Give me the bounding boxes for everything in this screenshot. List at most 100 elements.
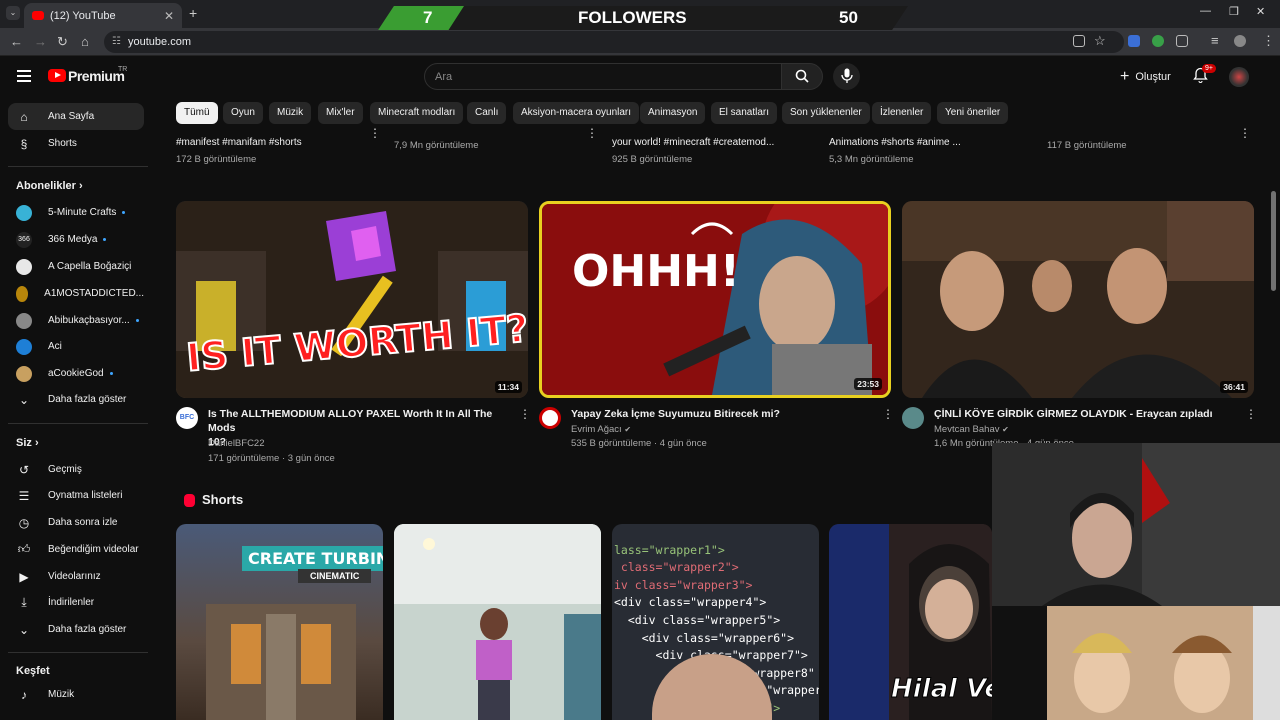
minimize-icon[interactable]: — (1200, 5, 1211, 17)
voice-search-button[interactable] (833, 63, 860, 90)
sidebar-item-playlists[interactable]: ☰ Oynatma listeleri (8, 482, 144, 509)
chip-live[interactable]: Canlı (467, 102, 507, 124)
video-title[interactable]: your world! #minecraft #createmod... (612, 137, 774, 148)
more-actions-icon[interactable]: ⋮ (882, 407, 894, 421)
short-thumbnail[interactable]: CREATE TURBINE CINEMATIC (176, 524, 383, 720)
video-title[interactable]: #manifest #manifam #shorts (176, 137, 302, 148)
site-info-icon[interactable]: ☷ (112, 36, 121, 47)
music-note-icon: ♪ (21, 687, 27, 702)
browser-menu-icon[interactable]: ⋮ (1262, 33, 1275, 49)
sidebar-item-home[interactable]: ⌂ Ana Sayfa (8, 103, 144, 130)
profile-icon[interactable] (1234, 35, 1246, 47)
chip-games[interactable]: Oyun (223, 102, 263, 124)
url-field[interactable]: ☷ youtube.com (104, 31, 1124, 53)
close-window-icon[interactable]: ✕ (1256, 5, 1265, 18)
chip-action-adventure[interactable]: Aksiyon-macera oyunları (513, 102, 640, 124)
home-icon[interactable]: ⌂ (81, 34, 89, 49)
bookmark-star-icon[interactable]: ☆ (1094, 33, 1106, 49)
sidebar-item-music[interactable]: ♪ Müzik (8, 681, 144, 708)
chip-watched[interactable]: İzlenenler (872, 102, 932, 124)
video-thumbnail[interactable]: OHHH! 23:53 (539, 201, 891, 398)
channel-name[interactable]: DanielBFC22 (208, 438, 265, 449)
create-button[interactable]: + Oluştur (1120, 68, 1171, 86)
reload-icon[interactable]: ↻ (57, 34, 68, 50)
reading-list-icon[interactable]: ≡ (1211, 33, 1219, 48)
channel-avatar[interactable] (902, 407, 924, 429)
youtube-logo-icon[interactable] (48, 69, 66, 82)
notifications-button[interactable]: 9+ (1193, 64, 1216, 86)
tab-search-icon[interactable]: ⌄ (6, 6, 20, 20)
menu-hamburger-icon[interactable] (17, 70, 31, 85)
subscriptions-heading[interactable]: Abonelikler › (16, 180, 83, 192)
sidebar-item-subscription[interactable]: aCookieGod (8, 360, 144, 387)
chip-minecraft-mods[interactable]: Minecraft modları (370, 102, 464, 124)
sidebar-item-subscription[interactable]: A1MOSTADDICTED... (8, 280, 144, 307)
channel-avatar (16, 338, 32, 355)
search-button[interactable] (781, 63, 823, 90)
sidebar-item-subscription[interactable]: 366 366 Medya (8, 226, 144, 253)
you-heading[interactable]: Siz › (16, 437, 39, 449)
show-more-you[interactable]: ⌄ Daha fazla göster (8, 616, 144, 643)
channel-name: A1MOSTADDICTED... (44, 288, 144, 299)
sidebar-item-watch-later[interactable]: ◷ Daha sonra izle (8, 509, 144, 536)
chevron-right-icon: › (78, 180, 83, 192)
sidebar-item-subscription[interactable]: Aci (8, 333, 144, 360)
more-actions-icon[interactable]: ⋮ (1245, 407, 1257, 421)
chip-new-to-you[interactable]: Yeni öneriler (937, 102, 1009, 124)
short-banner: CREATE TURBINE (242, 546, 383, 571)
search-input[interactable]: Ara (424, 63, 782, 90)
channel-avatar (16, 258, 32, 275)
chip-all[interactable]: Tümü (176, 102, 218, 124)
chip-mixes[interactable]: Mix'ler (318, 102, 363, 124)
video-title[interactable]: ÇİNLİ KÖYE GİRDİK GİRMEZ OLAYDIK - Erayc… (934, 407, 1234, 421)
channel-avatar[interactable] (539, 407, 561, 429)
show-more-subscriptions[interactable]: ⌄ Daha fazla göster (8, 386, 144, 413)
brand-name[interactable]: Premium (68, 68, 125, 84)
new-content-dot (135, 319, 139, 322)
close-tab-icon[interactable]: ✕ (164, 9, 174, 23)
chip-crafts[interactable]: El sanatları (711, 102, 778, 124)
sidebar-item-subscription[interactable]: A Capella Boğaziçi (8, 253, 144, 280)
youtube-favicon-icon (32, 11, 44, 20)
video-thumbnail[interactable]: IS IT WORTH IT? 11:34 (176, 201, 528, 398)
video-title[interactable]: Animations #shorts #anime ... (829, 137, 961, 148)
chevron-down-icon: ⌄ (18, 622, 30, 637)
extension-1-icon[interactable] (1128, 35, 1140, 47)
short-thumbnail[interactable]: lass="wrapper1"> class="wrapper2"> iv cl… (612, 524, 819, 720)
sidebar-item-downloads[interactable]: ⤓ İndirilenler (8, 589, 144, 616)
restore-icon[interactable]: ❐ (1229, 5, 1239, 18)
channel-avatar[interactable]: BFC (176, 407, 198, 429)
extension-2-icon[interactable] (1152, 35, 1164, 47)
account-avatar[interactable] (1229, 67, 1249, 87)
chip-recently-uploaded[interactable]: Son yüklenenler (782, 102, 870, 124)
video-meta: 7,9 Mn görüntüleme (394, 140, 479, 151)
sidebar-item-liked-videos[interactable]: 👍︎ Beğendiğim videolar (8, 536, 144, 563)
more-actions-icon[interactable]: ⋮ (1239, 126, 1251, 140)
video-icon: ▶ (19, 569, 29, 584)
more-actions-icon[interactable]: ⋮ (369, 126, 381, 140)
new-tab-icon[interactable]: + (189, 5, 197, 21)
channel-name: Abibukaçbasıyor... (48, 315, 130, 326)
forward-icon[interactable]: → (34, 34, 47, 49)
page-scrollbar[interactable] (1271, 191, 1276, 291)
more-actions-icon[interactable]: ⋮ (586, 126, 598, 140)
video-thumbnail[interactable]: 36:41 (902, 201, 1254, 398)
sidebar-item-your-videos[interactable]: ▶ Videolarınız (8, 563, 144, 590)
browser-tab[interactable]: (12) YouTube ✕ (24, 3, 182, 28)
install-app-icon[interactable] (1073, 35, 1085, 47)
channel-name[interactable]: Evrim Ağacı ✔ (571, 424, 631, 435)
short-thumbnail[interactable]: Hilal Ve (829, 524, 992, 720)
chip-animation[interactable]: Animasyon (640, 102, 706, 124)
chevron-down-icon: ⌄ (18, 392, 30, 407)
sidebar-item-subscription[interactable]: Abibukaçbasıyor... (8, 307, 144, 334)
extensions-puzzle-icon[interactable] (1176, 35, 1188, 47)
sidebar-item-shorts[interactable]: § Shorts (8, 130, 144, 157)
back-icon[interactable]: ← (10, 34, 23, 49)
channel-name[interactable]: Mevtcan Bahav ✔ (934, 424, 1009, 435)
sidebar-item-subscription[interactable]: 5-Minute Crafts (8, 199, 144, 226)
more-actions-icon[interactable]: ⋮ (519, 407, 531, 421)
video-title[interactable]: Yapay Zeka İçme Suyumuzu Bitirecek mi? (571, 407, 871, 421)
chip-music[interactable]: Müzik (269, 102, 312, 124)
sidebar-item-history[interactable]: ↺ Geçmiş (8, 456, 144, 483)
short-thumbnail[interactable] (394, 524, 601, 720)
